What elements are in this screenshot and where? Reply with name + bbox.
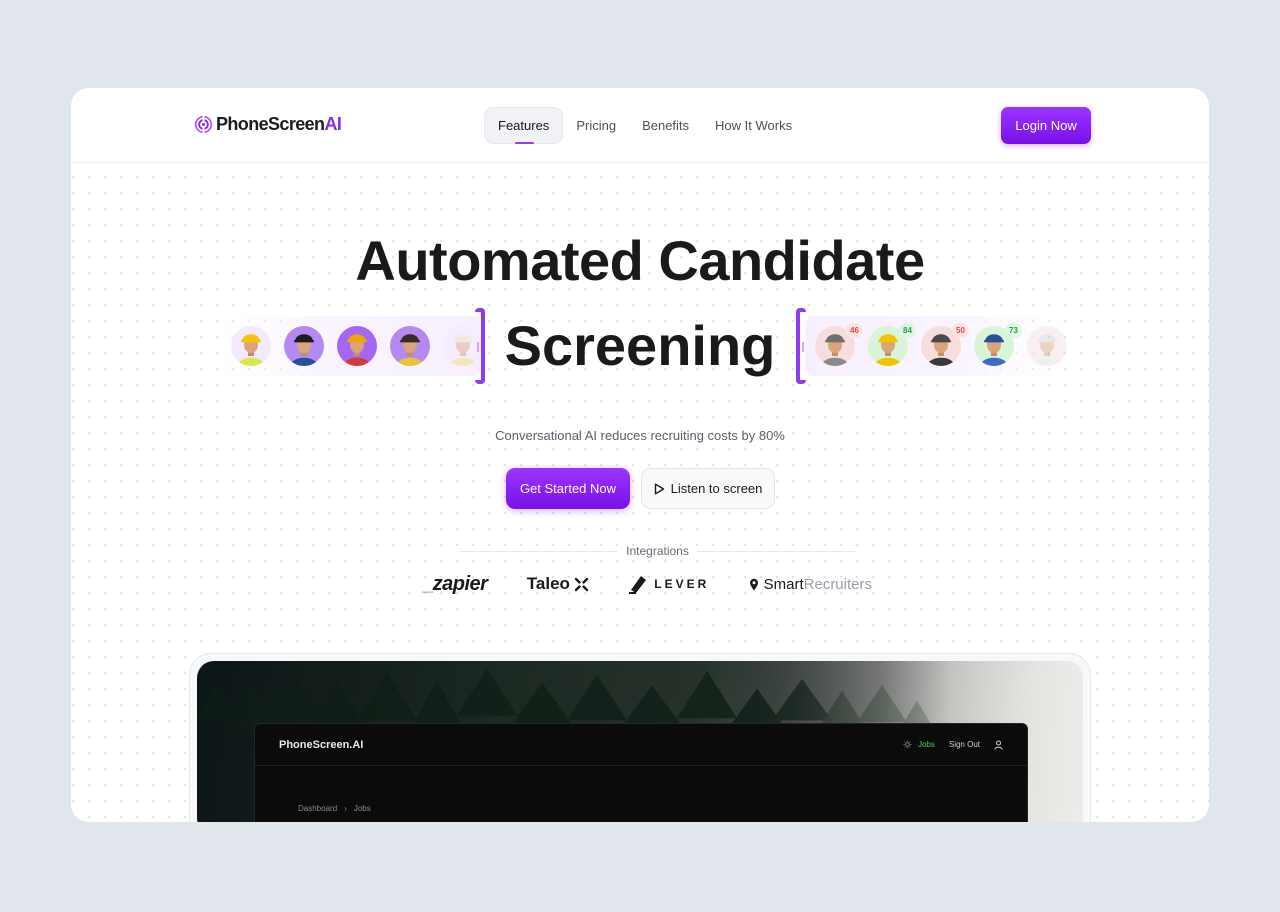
location-pin-icon: [749, 578, 758, 590]
listen-label: Listen to screen: [670, 481, 763, 496]
candidate-avatar: 50: [921, 323, 969, 366]
candidate-avatar: 73: [974, 323, 1022, 366]
divider-line: [696, 550, 855, 552]
app-header: PhoneScreen.AI Jobs Sign Out: [255, 724, 1027, 766]
candidate-avatar: [284, 326, 324, 366]
candidate-avatar: [1027, 326, 1067, 366]
hero-headline-screening: Screening: [504, 314, 776, 377]
get-started-button[interactable]: Get Started Now: [506, 468, 630, 509]
sun-icon: [903, 740, 912, 749]
landing-card: PhoneScreenAI Features Pricing Benefits …: [71, 88, 1209, 822]
candidate-avatar: 46: [815, 323, 863, 366]
candidate-score-badge: 46: [846, 323, 863, 338]
scanner-bracket-left: [475, 308, 485, 384]
candidate-score-badge: 50: [952, 323, 969, 338]
divider-line: [460, 550, 619, 552]
user-icon[interactable]: [994, 740, 1003, 750]
taleo-mark-icon: [574, 577, 589, 591]
zapier-logo[interactable]: _ zapier: [422, 573, 488, 596]
nav-features[interactable]: Features: [484, 107, 564, 144]
nav-how-it-works[interactable]: How It Works: [702, 107, 805, 144]
breadcrumb-jobs: Jobs: [353, 804, 371, 813]
integrations-divider: Integrations: [460, 543, 855, 559]
product-preview-frame: PhoneScreen.AI Jobs Sign Out Dashboard ›…: [189, 653, 1091, 822]
cta-group: Get Started Now Listen to screen: [506, 468, 775, 509]
login-button[interactable]: Login Now: [1001, 107, 1091, 144]
hero-headline: Automated Candidate: [355, 229, 925, 292]
app-nav-sign-out[interactable]: Sign Out: [949, 740, 980, 749]
candidate-avatar: 84: [868, 323, 916, 366]
integrations-heading: Integrations: [626, 544, 689, 558]
app-breadcrumb: Dashboard › Jobs: [298, 804, 371, 813]
nav-pricing[interactable]: Pricing: [563, 107, 629, 144]
taleo-logo[interactable]: Taleo: [527, 574, 589, 594]
top-navbar: PhoneScreenAI Features Pricing Benefits …: [71, 88, 1209, 163]
brand-logo[interactable]: PhoneScreenAI: [194, 114, 342, 135]
hero-section: Automated Candidate Screening 46 84 50 73 C…: [71, 163, 1209, 822]
candidate-avatar: [231, 326, 271, 366]
app-window: PhoneScreen.AI Jobs Sign Out Dashboard ›…: [254, 723, 1028, 822]
candidate-avatar: [337, 326, 377, 366]
smartrecruiters-logo[interactable]: SmartRecruiters: [749, 576, 872, 593]
main-nav: Features Pricing Benefits How It Works: [484, 107, 805, 144]
candidate-avatar: [390, 326, 430, 366]
lever-mark-icon: [629, 576, 647, 594]
lever-logo[interactable]: LEVER: [628, 574, 709, 594]
breadcrumb-dashboard[interactable]: Dashboard: [298, 804, 337, 813]
nav-benefits[interactable]: Benefits: [629, 107, 702, 144]
app-title: PhoneScreen.AI: [279, 738, 364, 751]
screening-row: Screening 46 84 50 73: [71, 308, 1209, 384]
hero-subtitle: Conversational AI reduces recruiting cos…: [495, 428, 785, 443]
product-preview: PhoneScreen.AI Jobs Sign Out Dashboard ›…: [197, 661, 1083, 822]
app-nav: Jobs Sign Out: [903, 740, 1003, 750]
candidate-strip-incoming: [221, 316, 483, 376]
app-nav-jobs[interactable]: Jobs: [903, 740, 935, 749]
phone-signal-icon: [194, 115, 213, 134]
integration-logos: _ zapier Taleo LEVER SmartRecruiters: [422, 571, 872, 597]
brand-name: PhoneScreenAI: [216, 114, 342, 134]
candidate-score-badge: 73: [1005, 323, 1022, 338]
play-icon: [654, 483, 664, 494]
breadcrumb-separator: ›: [344, 804, 347, 813]
listen-to-screen-button[interactable]: Listen to screen: [641, 468, 775, 509]
candidate-score-badge: 84: [899, 323, 916, 338]
candidate-strip-scored: 46 84 50 73: [805, 316, 1067, 376]
